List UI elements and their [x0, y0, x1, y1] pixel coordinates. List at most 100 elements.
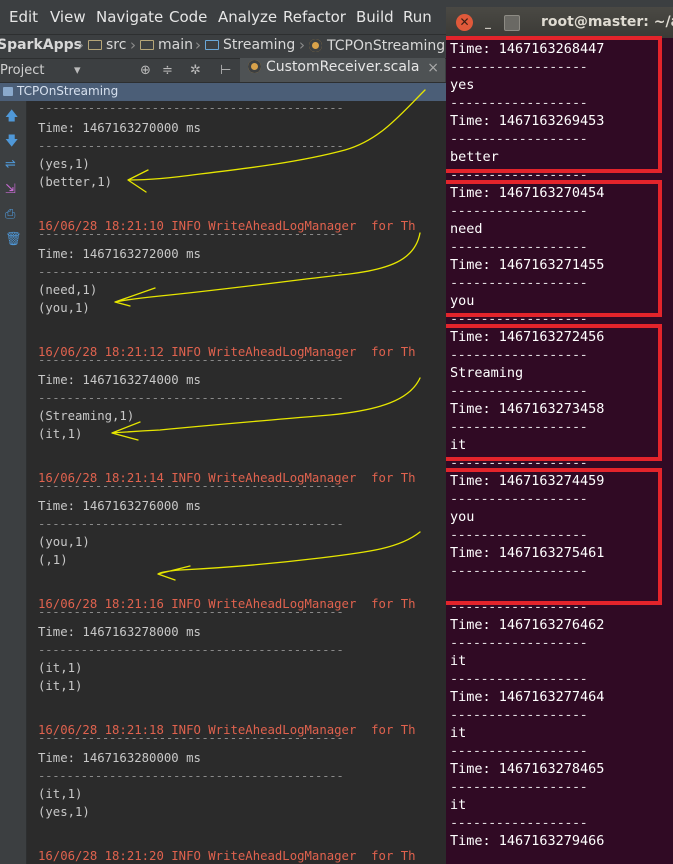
dropdown-arrow-icon[interactable]: ▾ [74, 63, 81, 78]
console-separator: ----------------------------------------… [38, 769, 344, 783]
target-icon[interactable]: ⊕ [140, 63, 151, 78]
run-tab-label: TCPOnStreaming [17, 84, 119, 98]
highlight-box [446, 468, 662, 605]
console-result-line: (it,1) [38, 787, 83, 801]
console-result-line: (better,1) [38, 175, 113, 189]
editor-tab[interactable]: CustomReceiver.scala × [240, 58, 445, 83]
breadcrumb-label: Streaming [223, 37, 296, 53]
menu-analyze[interactable]: Analyze [218, 8, 277, 26]
scroll-to-end-icon[interactable]: ⇲ [5, 182, 16, 197]
scala-object-icon [309, 39, 322, 52]
console-result-line: (,1) [38, 553, 68, 567]
maximize-icon[interactable] [504, 15, 520, 31]
console-result-line: (Streaming,1) [38, 409, 135, 423]
console-separator: ----------------------------------------… [38, 605, 344, 619]
folder-icon [88, 40, 102, 50]
menu-run[interactable]: Run [403, 8, 432, 26]
breadcrumb-label: SparkApps [0, 37, 82, 53]
console-batch-time: Time: 1467163272000 ms [38, 247, 201, 261]
console-result-line: (it,1) [38, 427, 83, 441]
gear-icon[interactable]: ✲ [190, 63, 201, 78]
breadcrumb-tcponstreaming[interactable]: TCPOnStreaming [309, 37, 445, 54]
highlight-box [446, 180, 662, 317]
console-separator: ----------------------------------------… [38, 731, 344, 745]
menu-code[interactable]: Code [169, 8, 207, 26]
console-separator: ----------------------------------------… [38, 643, 344, 657]
terminal-separator: ------------------ [450, 635, 588, 651]
console-separator: ----------------------------------------… [38, 479, 344, 493]
console-separator: ----------------------------------------… [38, 517, 344, 531]
console-batch-time: Time: 1467163278000 ms [38, 625, 201, 639]
breadcrumb-separator: › [195, 36, 201, 54]
run-config-icon [3, 87, 13, 96]
terminal-separator: ------------------ [450, 707, 588, 723]
folder-icon [140, 40, 154, 50]
terminal-time-line: Time: 1467163278465 [450, 761, 605, 777]
console-separator: ----------------------------------------… [38, 391, 344, 405]
breadcrumb-main[interactable]: main [140, 37, 193, 53]
menu-refactor[interactable]: Refactor [283, 8, 346, 26]
folder-icon [205, 40, 219, 50]
collapse-icon[interactable]: ≑ [162, 63, 173, 78]
menu-view[interactable]: View [50, 8, 86, 26]
terminal-word-line: it [450, 797, 467, 813]
console-result-line: (it,1) [38, 661, 83, 675]
console-separator: ----------------------------------------… [38, 353, 344, 367]
console-output[interactable]: ----------------------------------------… [27, 101, 447, 864]
minimize-icon[interactable]: _ [482, 14, 494, 31]
console-separator: ----------------------------------------… [38, 101, 344, 115]
console-gutter: 🡅 🡇 ⇌ ⇲ ⎙ 🗑 [0, 101, 27, 864]
terminal-separator: ------------------ [450, 815, 588, 831]
terminal-separator: ------------------ [450, 743, 588, 759]
scroll-down-icon[interactable]: 🡇 [5, 132, 18, 154]
terminal-time-line: Time: 1467163277464 [450, 689, 605, 705]
terminal-separator: ------------------ [450, 671, 588, 687]
scala-file-icon [248, 60, 261, 73]
terminal-separator: ------------------ [450, 779, 588, 795]
close-icon[interactable]: ✕ [456, 14, 473, 31]
print-icon[interactable]: ⎙ [5, 207, 15, 222]
breadcrumb-streaming[interactable]: Streaming [205, 37, 295, 53]
highlight-box [446, 324, 662, 461]
terminal-word-line: it [450, 653, 467, 669]
terminal-time-line: Time: 1467163276462 [450, 617, 605, 633]
console-batch-time: Time: 1467163270000 ms [38, 121, 201, 135]
console-result-line: (yes,1) [38, 805, 90, 819]
console-result-line: (you,1) [38, 301, 90, 315]
hide-panel-icon[interactable]: ⊢ [220, 63, 231, 78]
terminal-window[interactable]: ✕ _ root@master: ~/ap Time: 146716326844… [446, 7, 673, 864]
console-result-line: (need,1) [38, 283, 98, 297]
terminal-titlebar: ✕ _ root@master: ~/ap [446, 7, 673, 38]
scroll-up-icon[interactable]: 🡅 [5, 107, 18, 129]
terminal-time-line: Time: 1467163279466 [450, 833, 605, 849]
console-separator: ----------------------------------------… [38, 265, 344, 279]
highlight-box [446, 36, 662, 173]
breadcrumb-separator: › [130, 36, 136, 54]
project-label[interactable]: Project [0, 63, 44, 78]
menu-edit[interactable]: Edit [9, 8, 38, 26]
console-result-line: (it,1) [38, 679, 83, 693]
console-batch-time: Time: 1467163276000 ms [38, 499, 201, 513]
console-result-line: (you,1) [38, 535, 90, 549]
breadcrumb-label: main [158, 37, 193, 53]
breadcrumb-sparkapps[interactable]: SparkApps [0, 37, 82, 53]
console-separator: ----------------------------------------… [38, 227, 344, 241]
breadcrumb-label: TCPOnStreaming [327, 38, 446, 54]
trash-icon[interactable]: 🗑 [5, 232, 22, 247]
console-batch-time: Time: 1467163280000 ms [38, 751, 201, 765]
console-separator: ----------------------------------------… [38, 139, 344, 153]
breadcrumb-src[interactable]: src [88, 37, 126, 53]
editor-tab-label: CustomReceiver.scala [266, 59, 420, 75]
terminal-title: root@master: ~/ap [541, 14, 673, 30]
close-tab-icon[interactable]: × [427, 60, 439, 76]
console-result-line: (yes,1) [38, 157, 90, 171]
breadcrumb-separator: › [78, 36, 84, 54]
breadcrumb-separator: › [299, 36, 305, 54]
terminal-word-line: it [450, 725, 467, 741]
menu-build[interactable]: Build [356, 8, 394, 26]
terminal-output[interactable]: Time: 1467163268447 ------------------ yes… [446, 36, 673, 864]
breadcrumb-label: src [106, 37, 127, 53]
soft-wrap-icon[interactable]: ⇌ [5, 157, 16, 172]
menu-navigate[interactable]: Navigate [96, 8, 163, 26]
console-batch-time: Time: 1467163274000 ms [38, 373, 201, 387]
